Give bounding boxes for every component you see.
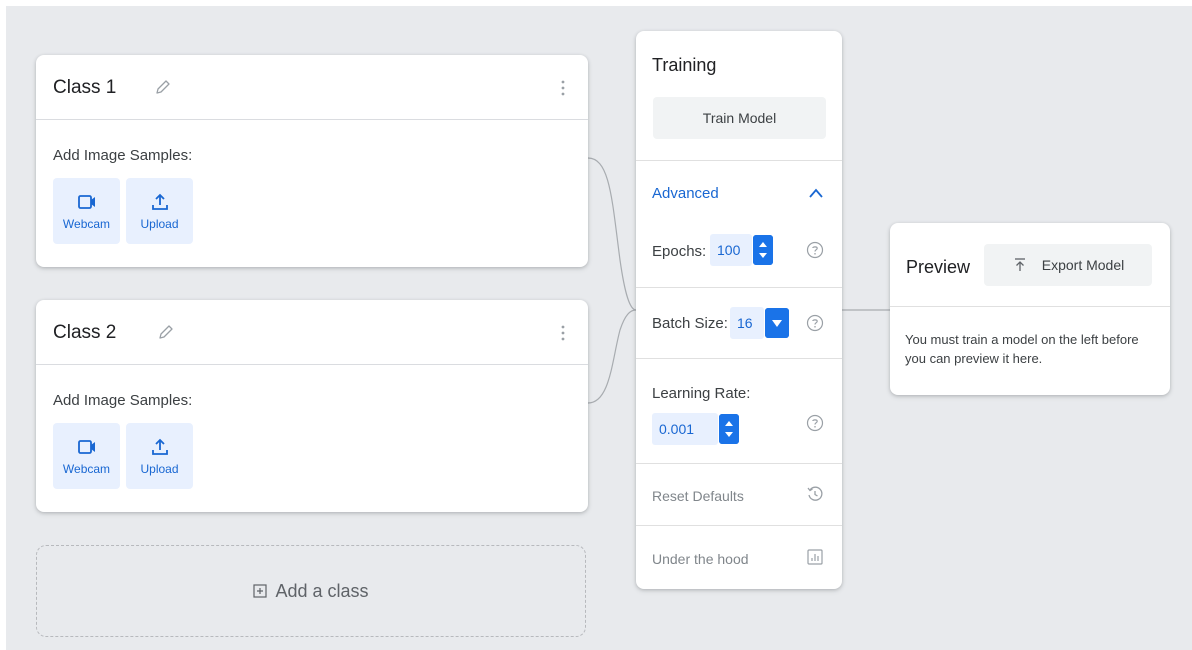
preview-title: Preview: [906, 257, 971, 277]
video-camera-icon: [77, 195, 95, 209]
export-arrow-icon: [1014, 258, 1025, 271]
upload-icon: [151, 438, 168, 455]
train-model-button[interactable]: Train Model: [653, 97, 826, 139]
upload-button[interactable]: Upload: [126, 178, 193, 244]
advanced-toggle-label[interactable]: Advanced: [652, 185, 719, 202]
divider: [636, 160, 842, 161]
divider: [890, 306, 1170, 307]
preview-panel: Preview Export Model You must train a mo…: [890, 223, 1170, 395]
class-card-1: Class 1 Add Image Samples: Webcam Upload: [36, 55, 588, 267]
class-card-header: Class 2: [36, 300, 588, 365]
webcam-label: Webcam: [62, 462, 111, 476]
plus-box-icon: [253, 584, 268, 598]
divider: [636, 358, 842, 359]
upload-icon: [151, 193, 168, 210]
epochs-input[interactable]: 100: [710, 234, 752, 266]
training-title: Training: [652, 55, 717, 75]
help-circle-icon[interactable]: [806, 414, 824, 432]
learning-rate-stepper[interactable]: [719, 414, 739, 444]
epochs-label: Epochs:: [652, 243, 707, 260]
upload-button[interactable]: Upload: [126, 423, 193, 489]
class-card-2: Class 2 Add Image Samples: Webcam Upload: [36, 300, 588, 512]
webcam-button[interactable]: Webcam: [53, 178, 120, 244]
help-circle-icon[interactable]: [806, 241, 824, 259]
class-title[interactable]: Class 1: [53, 77, 116, 99]
add-image-samples-label: Add Image Samples:: [53, 392, 193, 409]
export-model-label: Export Model: [1041, 257, 1125, 273]
kebab-menu-icon[interactable]: [560, 324, 566, 342]
export-model-button[interactable]: Export Model: [984, 244, 1152, 286]
preview-message: You must train a model on the left befor…: [905, 332, 1139, 366]
chevron-up-icon[interactable]: [808, 187, 824, 199]
divider: [636, 287, 842, 288]
help-circle-icon[interactable]: [806, 314, 824, 332]
upload-label: Upload: [140, 217, 179, 231]
pencil-icon[interactable]: [153, 77, 173, 97]
batch-size-select[interactable]: 16: [730, 307, 764, 339]
webcam-button[interactable]: Webcam: [53, 423, 120, 489]
bar-chart-icon[interactable]: [806, 548, 824, 566]
class-card-header: Class 1: [36, 55, 588, 120]
pencil-icon[interactable]: [156, 322, 176, 342]
add-class-label: Add a class: [275, 580, 369, 601]
divider: [636, 525, 842, 526]
batch-size-label: Batch Size:: [652, 315, 728, 332]
under-the-hood-button[interactable]: Under the hood: [652, 551, 749, 567]
epochs-stepper[interactable]: [753, 235, 773, 265]
learning-rate-label: Learning Rate:: [652, 385, 751, 402]
class-title[interactable]: Class 2: [53, 322, 116, 344]
dropdown-arrow-icon[interactable]: [765, 308, 789, 338]
reset-defaults-button[interactable]: Reset Defaults: [652, 488, 744, 504]
add-class-button[interactable]: Add a class: [36, 545, 586, 637]
learning-rate-input[interactable]: 0.001: [652, 413, 718, 445]
add-image-samples-label: Add Image Samples:: [53, 147, 193, 164]
training-panel: Training Train Model Advanced Epochs: 10…: [636, 31, 842, 589]
kebab-menu-icon[interactable]: [560, 79, 566, 97]
divider: [636, 463, 842, 464]
video-camera-icon: [77, 440, 95, 454]
history-icon[interactable]: [806, 485, 824, 503]
webcam-label: Webcam: [62, 217, 111, 231]
upload-label: Upload: [140, 462, 179, 476]
